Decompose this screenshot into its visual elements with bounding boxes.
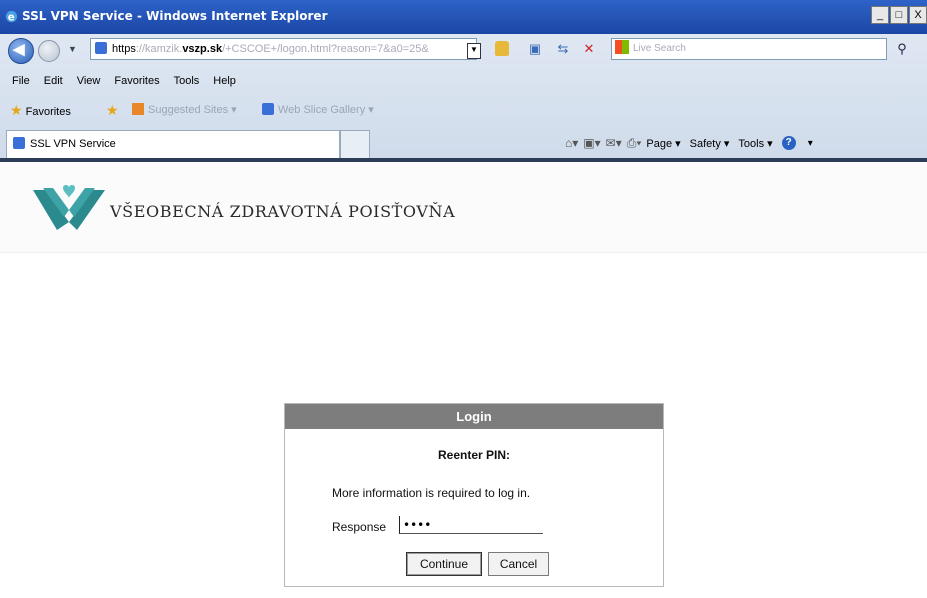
address-dropdown-icon[interactable]: ▼ bbox=[467, 43, 481, 59]
suggested-sites-label: Suggested Sites ▾ bbox=[148, 104, 237, 116]
minimize-button[interactable]: _ bbox=[871, 6, 889, 24]
suggested-sites-icon bbox=[132, 103, 144, 115]
response-label: Response bbox=[332, 520, 387, 534]
url-host-prefix: ://kamzik. bbox=[135, 43, 183, 55]
lock-icon[interactable] bbox=[495, 41, 509, 56]
refresh-icon[interactable]: ⇆ bbox=[555, 41, 571, 57]
home-icon[interactable]: ⌂▾ bbox=[565, 136, 578, 150]
command-bar: ⌂▾ ▣▾ ✉▾ ⎙▾ Page ▾ Safety ▾ Tools ▾ ? ▾ bbox=[565, 131, 822, 155]
favorites-label: Favorites bbox=[25, 106, 71, 118]
menu-favorites[interactable]: Favorites bbox=[114, 70, 159, 92]
search-icon[interactable]: ⚲ bbox=[892, 39, 912, 59]
continue-button[interactable]: Continue bbox=[406, 552, 482, 576]
help-dropdown-icon[interactable]: ▾ bbox=[808, 138, 813, 149]
print-icon[interactable]: ⎙▾ bbox=[627, 136, 642, 151]
page-menu[interactable]: Page ▾ bbox=[646, 137, 680, 150]
page-content: VŠEOBECNÁ ZDRAVOTNÁ POISŤOVŇA Login Reen… bbox=[0, 162, 927, 598]
menu-edit[interactable]: Edit bbox=[44, 70, 63, 92]
url-scheme: https bbox=[112, 43, 136, 55]
menu-help[interactable]: Help bbox=[213, 70, 236, 92]
web-slice-gallery-label: Web Slice Gallery ▾ bbox=[278, 104, 374, 116]
window-title-bar: e SSL VPN Service - Windows Internet Exp… bbox=[0, 0, 927, 34]
ie-logo-icon: e bbox=[5, 10, 18, 23]
stop-icon[interactable]: ✕ bbox=[581, 41, 597, 57]
address-row: ◀ ▼ https://kamzik.vszp.sk/+CSCOE+/logon… bbox=[0, 34, 927, 66]
login-title: Login bbox=[285, 404, 663, 429]
url-path: /+CSCOE+/logon.html?reason=7&a0=25& bbox=[222, 43, 429, 55]
tab-row: SSL VPN Service ⌂▾ ▣▾ ✉▾ ⎙▾ Page ▾ Safet… bbox=[0, 126, 927, 160]
window-title: SSL VPN Service - Windows Internet Explo… bbox=[22, 9, 328, 23]
window-controls: _ □ X bbox=[870, 6, 927, 24]
search-input[interactable]: Live Search bbox=[611, 38, 887, 60]
login-panel: Login Reenter PIN: More information is r… bbox=[284, 403, 664, 587]
menu-bar: File Edit View Favorites Tools Help bbox=[0, 70, 927, 92]
star-icon: ★ bbox=[10, 102, 23, 118]
close-button[interactable]: X bbox=[909, 6, 927, 24]
mail-icon[interactable]: ✉▾ bbox=[606, 136, 622, 150]
url-host: vszp.sk bbox=[182, 43, 223, 55]
back-arrow-icon: ◀ bbox=[13, 41, 25, 58]
help-icon[interactable]: ? bbox=[781, 136, 796, 150]
feeds-icon[interactable]: ▣▾ bbox=[583, 136, 600, 150]
suggested-sites-link[interactable]: Suggested Sites ▾ bbox=[132, 98, 237, 122]
compatibility-view-icon[interactable]: ▣ bbox=[527, 41, 543, 57]
new-tab-button[interactable] bbox=[340, 130, 370, 158]
recent-pages-dropdown-icon[interactable]: ▼ bbox=[68, 44, 77, 54]
favorites-button[interactable]: ★ Favorites bbox=[10, 98, 71, 124]
add-to-favorites-icon[interactable]: ★ bbox=[106, 98, 119, 122]
tab-page-icon bbox=[13, 137, 25, 149]
favorites-bar: ★ Favorites ★ Suggested Sites ▾ Web Slic… bbox=[0, 98, 927, 122]
maximize-button[interactable]: □ bbox=[890, 6, 908, 24]
live-search-icon bbox=[615, 40, 629, 54]
response-input[interactable]: •••• bbox=[399, 516, 543, 534]
tab-ssl-vpn-service[interactable]: SSL VPN Service bbox=[6, 130, 340, 158]
web-slice-gallery-link[interactable]: Web Slice Gallery ▾ bbox=[262, 98, 374, 122]
tools-menu[interactable]: Tools ▾ bbox=[738, 137, 772, 150]
menu-view[interactable]: View bbox=[77, 70, 101, 92]
login-prompt: Reenter PIN: bbox=[437, 448, 511, 462]
vszp-logo-icon bbox=[33, 185, 105, 230]
back-button[interactable]: ◀ bbox=[8, 38, 34, 64]
address-bar[interactable]: https://kamzik.vszp.sk/+CSCOE+/logon.htm… bbox=[90, 38, 477, 60]
safety-menu[interactable]: Safety ▾ bbox=[690, 137, 730, 150]
svg-text:e: e bbox=[8, 11, 15, 23]
browser-chrome: ◀ ▼ https://kamzik.vszp.sk/+CSCOE+/logon… bbox=[0, 34, 927, 162]
company-name: VŠEOBECNÁ ZDRAVOTNÁ POISŤOVŇA bbox=[110, 202, 456, 221]
web-slice-icon bbox=[262, 103, 274, 115]
tab-title: SSL VPN Service bbox=[30, 138, 116, 150]
menu-tools[interactable]: Tools bbox=[174, 70, 200, 92]
page-icon bbox=[95, 42, 107, 54]
forward-button[interactable] bbox=[38, 40, 60, 62]
search-placeholder: Live Search bbox=[633, 43, 686, 54]
login-info-text: More information is required to log in. bbox=[332, 486, 531, 500]
site-header: VŠEOBECNÁ ZDRAVOTNÁ POISŤOVŇA bbox=[0, 162, 927, 253]
cancel-button[interactable]: Cancel bbox=[488, 552, 549, 576]
menu-file[interactable]: File bbox=[12, 70, 30, 92]
